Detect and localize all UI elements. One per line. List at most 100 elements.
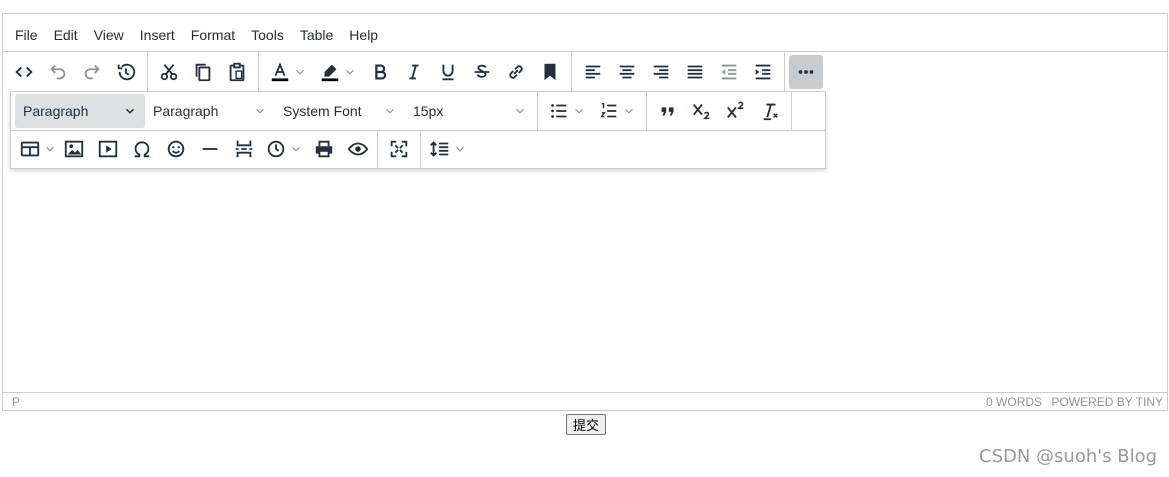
- format-select[interactable]: Paragraph: [145, 94, 275, 128]
- status-bar: P 0 WORDS POWERED BY TINY: [3, 392, 1167, 410]
- menu-table[interactable]: Table: [292, 27, 341, 43]
- subscript-icon: [693, 104, 710, 120]
- overflow-row-1: Paragraph Paragraph System Font 15px: [11, 92, 825, 131]
- paste-button[interactable]: [220, 55, 254, 89]
- bookmark-button[interactable]: [533, 55, 567, 89]
- select-group: Paragraph Paragraph System Font 15px: [11, 92, 535, 130]
- image-button[interactable]: [57, 132, 91, 166]
- strikethrough-icon: [474, 64, 490, 78]
- blockquote-button[interactable]: [651, 94, 685, 128]
- script-group: [647, 94, 791, 128]
- text-color-button[interactable]: [263, 55, 313, 89]
- indent-icon: [755, 64, 771, 79]
- page-break-button[interactable]: [227, 132, 261, 166]
- insert-datetime-button[interactable]: [261, 132, 307, 166]
- chevron-down-icon: [625, 108, 633, 114]
- list-group: [538, 94, 646, 128]
- watermark: CSDN @suoh's Blog: [979, 446, 1158, 467]
- omega-icon: [134, 141, 150, 158]
- font-size-select-value: 15px: [413, 103, 444, 119]
- element-path[interactable]: P: [12, 395, 20, 409]
- redo-button[interactable]: [75, 55, 109, 89]
- page-break-icon: [235, 140, 253, 158]
- chevron-down-icon: [292, 146, 300, 152]
- fullscreen-icon: [390, 140, 408, 158]
- powered-by-link[interactable]: POWERED BY TINY: [1051, 395, 1163, 409]
- rich-text-editor: File Edit View Insert Format Tools Table…: [2, 13, 1168, 411]
- italic-icon: [409, 64, 419, 79]
- cut-button[interactable]: [152, 55, 186, 89]
- chevron-down-icon: [386, 108, 394, 114]
- font-family-select[interactable]: System Font: [275, 94, 405, 128]
- special-char-button[interactable]: [125, 132, 159, 166]
- menu-help[interactable]: Help: [341, 27, 386, 43]
- submit-button[interactable]: 提交: [566, 414, 607, 435]
- chevron-down-icon: [575, 108, 583, 114]
- horizontal-rule-button[interactable]: [193, 132, 227, 166]
- align-center-button[interactable]: [610, 55, 644, 89]
- cut-icon: [160, 63, 178, 80]
- numbered-list-icon: [600, 102, 617, 118]
- print-button[interactable]: [307, 132, 341, 166]
- line-height-button[interactable]: [425, 132, 471, 166]
- menu-insert[interactable]: Insert: [132, 27, 183, 43]
- bullet-list-icon: [551, 104, 567, 118]
- chevron-down-icon: [516, 108, 524, 114]
- strikethrough-button[interactable]: [465, 55, 499, 89]
- line-height-group: [421, 132, 475, 166]
- align-justify-icon: [687, 65, 703, 78]
- underline-icon: [442, 64, 454, 80]
- bullet-list-button[interactable]: [542, 94, 592, 128]
- italic-button[interactable]: [397, 55, 431, 89]
- menu-format[interactable]: Format: [183, 27, 243, 43]
- table-button[interactable]: [15, 132, 57, 166]
- menu-edit[interactable]: Edit: [46, 27, 86, 43]
- align-justify-button[interactable]: [678, 55, 712, 89]
- clear-formatting-icon: [763, 103, 778, 121]
- word-count[interactable]: 0 WORDS: [986, 395, 1042, 409]
- copy-button[interactable]: [186, 55, 220, 89]
- source-code-button[interactable]: [7, 55, 41, 89]
- code-icon: [15, 66, 33, 77]
- blocks-select[interactable]: Paragraph: [15, 94, 145, 128]
- separator: [791, 92, 792, 130]
- link-button[interactable]: [499, 55, 533, 89]
- align-right-button[interactable]: [644, 55, 678, 89]
- emoticons-button[interactable]: [159, 132, 193, 166]
- bold-button[interactable]: [363, 55, 397, 89]
- toolbar-group-align: [572, 52, 785, 91]
- subscript-button[interactable]: [685, 94, 719, 128]
- chevron-down-icon: [125, 108, 135, 114]
- align-left-button[interactable]: [576, 55, 610, 89]
- bold-icon: [375, 63, 387, 80]
- outdent-button[interactable]: [712, 55, 746, 89]
- menu-tools[interactable]: Tools: [243, 27, 292, 43]
- more-button[interactable]: [789, 54, 823, 89]
- text-color-icon: [271, 61, 289, 81]
- restore-draft-button[interactable]: [109, 55, 143, 89]
- preview-button[interactable]: [341, 132, 375, 166]
- font-family-select-value: System Font: [283, 103, 362, 119]
- redo-icon: [84, 64, 100, 79]
- clock-icon: [267, 140, 285, 158]
- editor-content-area[interactable]: [3, 169, 1167, 394]
- emoji-icon: [167, 140, 185, 158]
- menu-view[interactable]: View: [86, 27, 132, 43]
- superscript-button[interactable]: [719, 94, 753, 128]
- media-button[interactable]: [91, 132, 125, 166]
- fullscreen-button[interactable]: [382, 132, 416, 166]
- print-icon: [315, 140, 333, 158]
- blocks-select-value: Paragraph: [23, 103, 89, 119]
- undo-button[interactable]: [41, 55, 75, 89]
- font-size-select[interactable]: 15px: [405, 94, 535, 128]
- underline-button[interactable]: [431, 55, 465, 89]
- clear-formatting-button[interactable]: [753, 94, 787, 128]
- bookmark-icon: [544, 63, 556, 80]
- align-right-icon: [653, 65, 669, 78]
- highlight-color-button[interactable]: [313, 55, 363, 89]
- image-icon: [64, 140, 84, 158]
- toolbar-group-clipboard: [148, 52, 259, 91]
- numbered-list-button[interactable]: [592, 94, 642, 128]
- indent-button[interactable]: [746, 55, 780, 89]
- menu-file[interactable]: File: [7, 27, 46, 43]
